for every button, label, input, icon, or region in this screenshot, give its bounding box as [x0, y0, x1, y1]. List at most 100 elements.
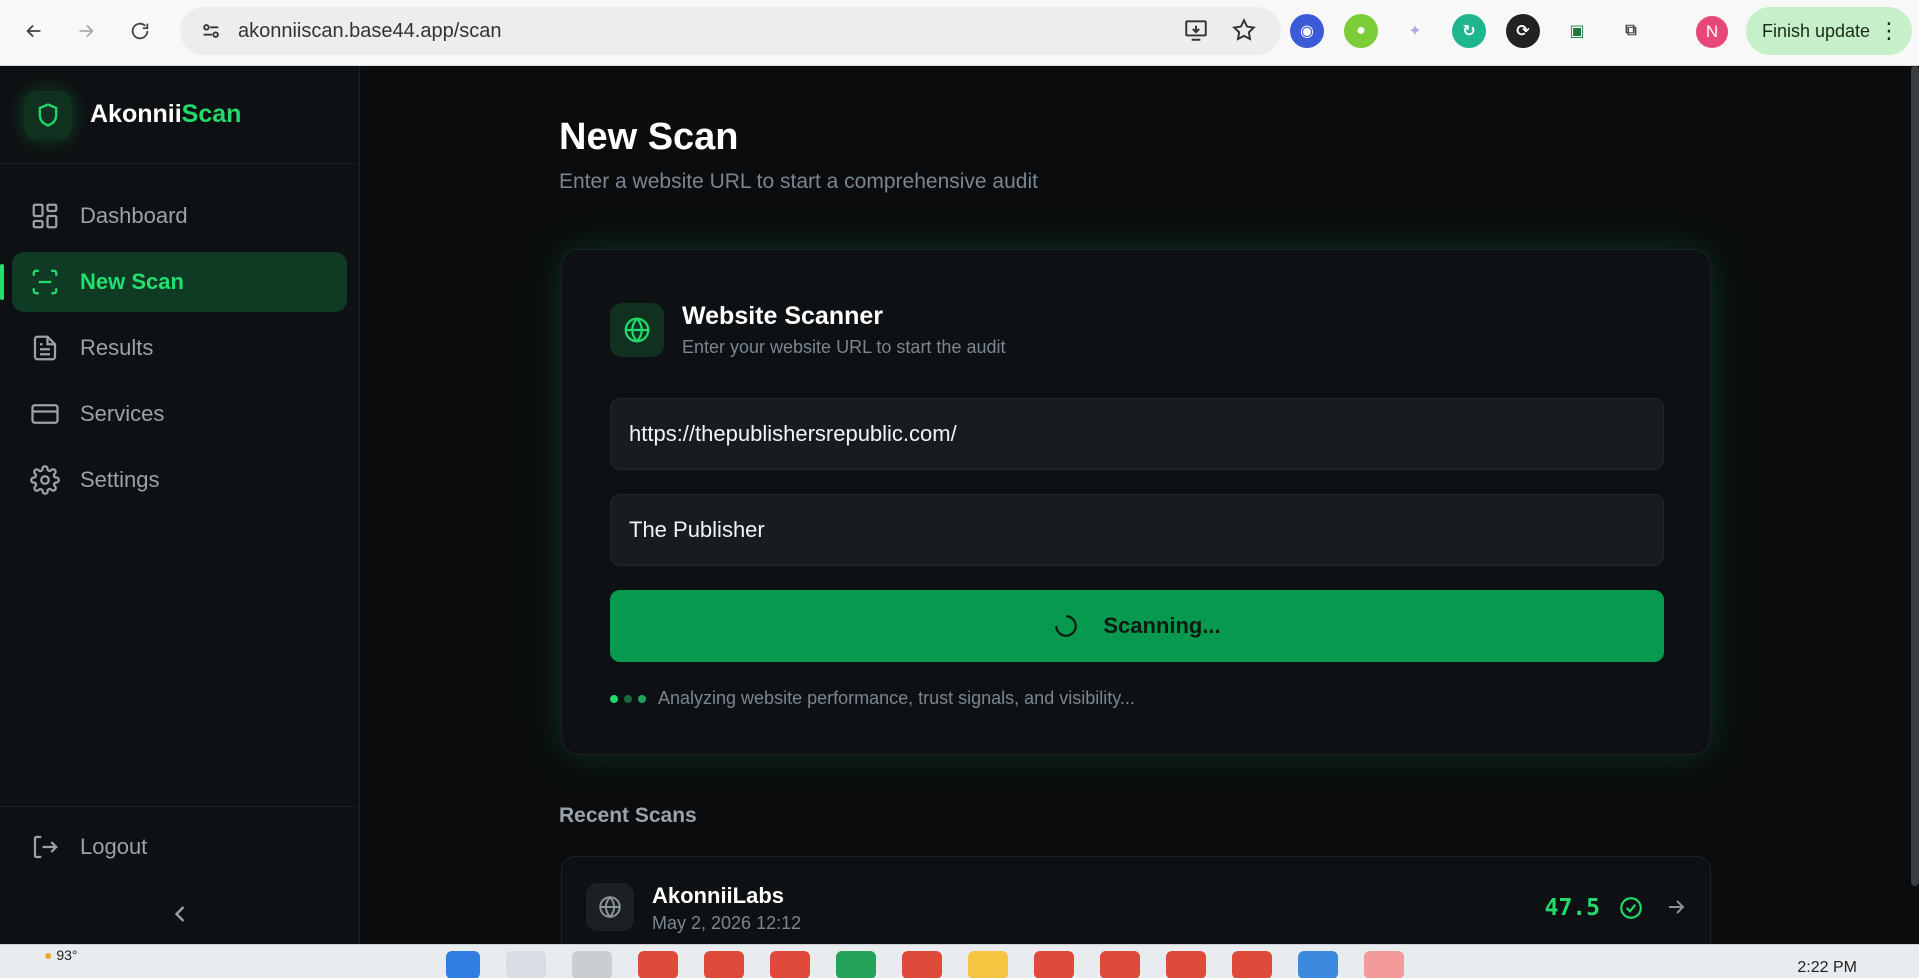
- scan-status: Analyzing website performance, trust sig…: [610, 688, 1135, 709]
- scan-button[interactable]: Scanning...: [610, 590, 1664, 662]
- task-view-icon[interactable]: [572, 951, 612, 978]
- folder-icon[interactable]: [968, 951, 1008, 978]
- website-url-input[interactable]: https://thepublishersrepublic.com/: [610, 398, 1664, 470]
- sidebar-item-results[interactable]: Results: [12, 318, 347, 378]
- loading-dots-icon: [610, 694, 646, 703]
- os-taskbar: ● 93° 2:22 PM: [0, 944, 1919, 978]
- shield-logo-icon: [24, 90, 72, 139]
- site-settings-icon[interactable]: [198, 18, 224, 44]
- extension-bulb-icon[interactable]: ●: [1344, 14, 1378, 48]
- brand[interactable]: AkonniiScan: [0, 66, 359, 164]
- website-url-value: https://thepublishersrepublic.com/: [629, 421, 957, 446]
- sidebar-item-new-scan[interactable]: New Scan: [0, 252, 347, 312]
- extension-sync-icon[interactable]: ↻: [1452, 14, 1486, 48]
- search-icon[interactable]: [506, 951, 546, 978]
- extension-shield-icon[interactable]: ◉: [1290, 14, 1324, 48]
- brand-name-part1: Akonnii: [90, 100, 182, 128]
- whatsapp-icon[interactable]: [836, 951, 876, 978]
- sidebar-nav: Dashboard New Scan Results Services Sett…: [0, 164, 359, 510]
- scanner-description: Enter your website URL to start the audi…: [682, 337, 1006, 357]
- collapse-sidebar-button[interactable]: [166, 900, 194, 933]
- arrow-right-icon[interactable]: [1664, 895, 1688, 924]
- install-app-icon[interactable]: [1183, 17, 1209, 43]
- chrome-icon[interactable]: [902, 951, 942, 978]
- sidebar-item-label: Dashboard: [80, 203, 188, 228]
- logout-icon: [33, 835, 58, 859]
- arrow-left-icon: [26, 24, 41, 38]
- finish-update-button[interactable]: Finish update ⋮: [1746, 7, 1912, 55]
- check-circle-icon: [1618, 895, 1644, 926]
- sidebar-item-label: Settings: [80, 467, 160, 492]
- notepad-icon[interactable]: [1298, 951, 1338, 978]
- scan-button-label: Scanning...: [1103, 613, 1221, 638]
- scan-status-text: Analyzing website performance, trust sig…: [658, 688, 1135, 708]
- bookmark-star-icon[interactable]: [1231, 17, 1257, 43]
- scanner-card: Website Scanner Enter your website URL t…: [561, 249, 1711, 755]
- sidebar-item-dashboard[interactable]: Dashboard: [12, 186, 347, 246]
- chrome-icon[interactable]: [770, 951, 810, 978]
- dashboard-icon: [32, 203, 58, 229]
- address-bar[interactable]: akonniiscan.base44.app/scan: [180, 7, 1281, 55]
- page-title: New Scan: [559, 116, 739, 158]
- sidebar-item-label: Services: [80, 401, 165, 426]
- sidebar-footer: Logout: [0, 806, 360, 922]
- scanner-title: Website Scanner: [682, 302, 884, 330]
- recent-scan-score: 47.5: [1544, 895, 1600, 921]
- chrome-icon[interactable]: [1166, 951, 1206, 978]
- forward-button[interactable]: [66, 11, 106, 51]
- main-content: New Scan Enter a website URL to start a …: [361, 66, 1911, 956]
- taskbar-apps: [446, 951, 1404, 978]
- logout-button[interactable]: Logout: [0, 807, 360, 887]
- arrow-right-icon: [79, 24, 94, 38]
- url-text[interactable]: akonniiscan.base44.app/scan: [238, 20, 502, 43]
- recent-scans-title: Recent Scans: [559, 804, 697, 827]
- business-name-input[interactable]: The Publisher: [610, 494, 1664, 566]
- file-icon: [33, 335, 57, 361]
- reload-icon: [131, 22, 149, 40]
- card-icon: [31, 404, 59, 424]
- logout-label: Logout: [80, 834, 148, 859]
- gear-icon: [30, 465, 60, 495]
- chrome-icon[interactable]: [638, 951, 678, 978]
- windows-start-icon[interactable]: [446, 951, 480, 978]
- page-subtitle: Enter a website URL to start a comprehen…: [559, 170, 1038, 193]
- globe-icon: [586, 883, 634, 931]
- sidebar-item-label: Results: [80, 335, 154, 360]
- chrome-icon[interactable]: [1232, 951, 1272, 978]
- recent-scan-item[interactable]: AkonniiLabs May 2, 2026 12:12 47.5: [561, 856, 1711, 956]
- brand-name: AkonniiScan: [90, 100, 241, 129]
- sun-icon: ●: [44, 947, 53, 963]
- extension-camera-icon[interactable]: ▣: [1560, 14, 1594, 48]
- chrome-icon[interactable]: [704, 951, 744, 978]
- temperature: 93°: [56, 947, 78, 963]
- scan-icon: [32, 269, 58, 295]
- reload-button[interactable]: [120, 11, 160, 51]
- chrome-icon[interactable]: [1100, 951, 1140, 978]
- back-button[interactable]: [14, 11, 54, 51]
- menu-dots-icon: ⋮: [1878, 18, 1900, 43]
- sidebar-item-services[interactable]: Services: [12, 384, 347, 444]
- chevron-left-icon: [174, 906, 185, 922]
- recent-scan-date: May 2, 2026 12:12: [652, 913, 802, 933]
- sidebar: AkonniiScan Dashboard New Scan Results S…: [0, 66, 360, 944]
- sidebar-item-settings[interactable]: Settings: [12, 450, 347, 510]
- profile-avatar[interactable]: N: [1696, 16, 1728, 48]
- extension-sparkle-icon[interactable]: ✦: [1398, 14, 1432, 48]
- globe-icon: [610, 303, 664, 357]
- page-scrollbar[interactable]: [1911, 66, 1919, 886]
- chrome-icon[interactable]: [1034, 951, 1074, 978]
- weather-widget[interactable]: ● 93°: [44, 947, 78, 963]
- business-name-value: The Publisher: [629, 517, 765, 542]
- scanner-card-header: Website Scanner Enter your website URL t…: [610, 302, 1006, 358]
- browser-toolbar: akonniiscan.base44.app/scan ◉ ● ✦ ↻ ⟳ ▣ …: [0, 0, 1919, 66]
- finish-update-label: Finish update: [1762, 20, 1871, 41]
- clock[interactable]: 2:22 PM: [1797, 959, 1857, 977]
- extension-refresh-icon[interactable]: ⟳: [1506, 14, 1540, 48]
- extensions-puzzle-icon[interactable]: ⧉: [1614, 14, 1648, 48]
- edge-icon[interactable]: [1364, 951, 1404, 978]
- sidebar-item-label: New Scan: [80, 269, 184, 294]
- brand-name-part2: Scan: [181, 100, 242, 128]
- spinner-icon: [1055, 615, 1078, 637]
- active-indicator: [0, 264, 4, 300]
- recent-scan-name: AkonniiLabs: [652, 883, 785, 908]
